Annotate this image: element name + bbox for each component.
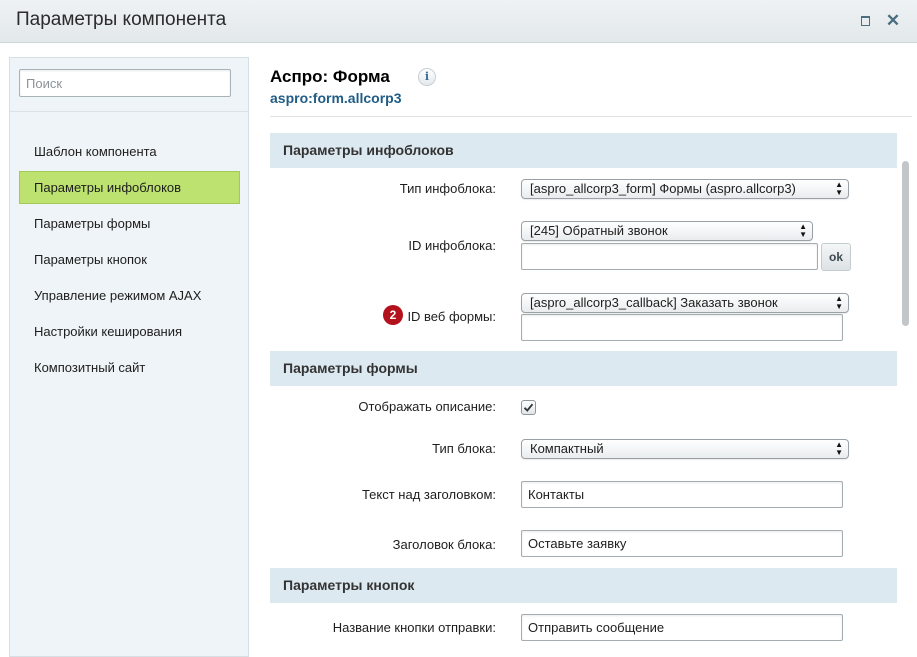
send-button-name-label: Название кнопки отправки: [332, 620, 496, 635]
sidebar-divider [10, 111, 248, 112]
sidebar-item-composite-site[interactable]: Композитный сайт [19, 351, 240, 384]
show-description-checkbox[interactable] [521, 400, 536, 415]
send-button-name-input[interactable]: Отправить сообщение [521, 614, 843, 641]
webform-id-input[interactable] [521, 314, 843, 341]
sidebar-item-form-params[interactable]: Параметры формы [19, 207, 240, 240]
component-title: Аспро: Форма [270, 67, 390, 86]
select-arrows-icon: ▲ ▼ [835, 294, 843, 311]
component-code: aspro:form.allcorp3 [270, 90, 402, 106]
sidebar: Шаблон компонента Параметры инфоблоков П… [9, 57, 249, 657]
dialog-titlebar: Параметры компонента ✕ [0, 0, 917, 43]
section-header-form: Параметры формы [270, 351, 897, 386]
sidebar-item-cache-settings[interactable]: Настройки кеширования [19, 315, 240, 348]
search-input[interactable] [19, 69, 231, 97]
iblock-type-select[interactable]: [aspro_allcorp3_form] Формы (aspro.allco… [521, 179, 849, 199]
webform-id-value: [aspro_allcorp3_callback] Заказать звоно… [530, 295, 778, 310]
select-arrows-icon: ▲ ▼ [835, 440, 843, 457]
select-arrows-icon: ▲ ▼ [799, 222, 807, 239]
iblock-type-label: Тип инфоблока: [399, 181, 496, 196]
sidebar-item-iblock-params[interactable]: Параметры инфоблоков [19, 171, 240, 204]
webform-id-select[interactable]: [aspro_allcorp3_callback] Заказать звоно… [521, 293, 849, 313]
sidebar-item-ajax-mode[interactable]: Управление режимом AJAX [19, 279, 240, 312]
text-above-title-label: Текст над заголовком: [361, 487, 496, 502]
iblock-id-select[interactable]: [245] Обратный звонок ▲ ▼ [521, 221, 813, 241]
header-divider [270, 116, 912, 117]
iblock-type-value: [aspro_allcorp3_form] Формы (aspro.allco… [530, 181, 796, 196]
sidebar-nav: Шаблон компонента Параметры инфоблоков П… [19, 135, 240, 387]
sidebar-item-button-params[interactable]: Параметры кнопок [19, 243, 240, 276]
iblock-id-value: [245] Обратный звонок [530, 223, 668, 238]
block-title-label: Заголовок блока: [392, 537, 496, 552]
block-type-value: Компактный [530, 441, 604, 456]
select-arrows-icon: ▲ ▼ [835, 180, 843, 197]
webform-id-label: ID веб формы: [407, 309, 496, 324]
block-title-input[interactable]: Оставьте заявку [521, 530, 843, 557]
info-icon[interactable]: i [418, 68, 436, 86]
close-icon[interactable]: ✕ [885, 12, 901, 29]
block-type-label: Тип блока: [432, 441, 496, 456]
iblock-id-label: ID инфоблока: [408, 238, 496, 253]
maximize-icon[interactable] [858, 13, 874, 29]
section-header-iblock: Параметры инфоблоков [270, 133, 897, 168]
text-above-title-input[interactable]: Контакты [521, 481, 843, 508]
sidebar-item-template[interactable]: Шаблон компонента [19, 135, 240, 168]
section-header-buttons: Параметры кнопок [270, 568, 897, 603]
block-type-select[interactable]: Компактный ▲ ▼ [521, 439, 849, 459]
show-description-label: Отображать описание: [358, 399, 496, 414]
dialog-title: Параметры компонента [16, 9, 227, 30]
scrollbar-thumb[interactable] [902, 161, 909, 326]
ok-button[interactable]: ok [821, 243, 851, 271]
checkmark-icon [523, 403, 534, 412]
iblock-id-input[interactable] [521, 243, 818, 270]
